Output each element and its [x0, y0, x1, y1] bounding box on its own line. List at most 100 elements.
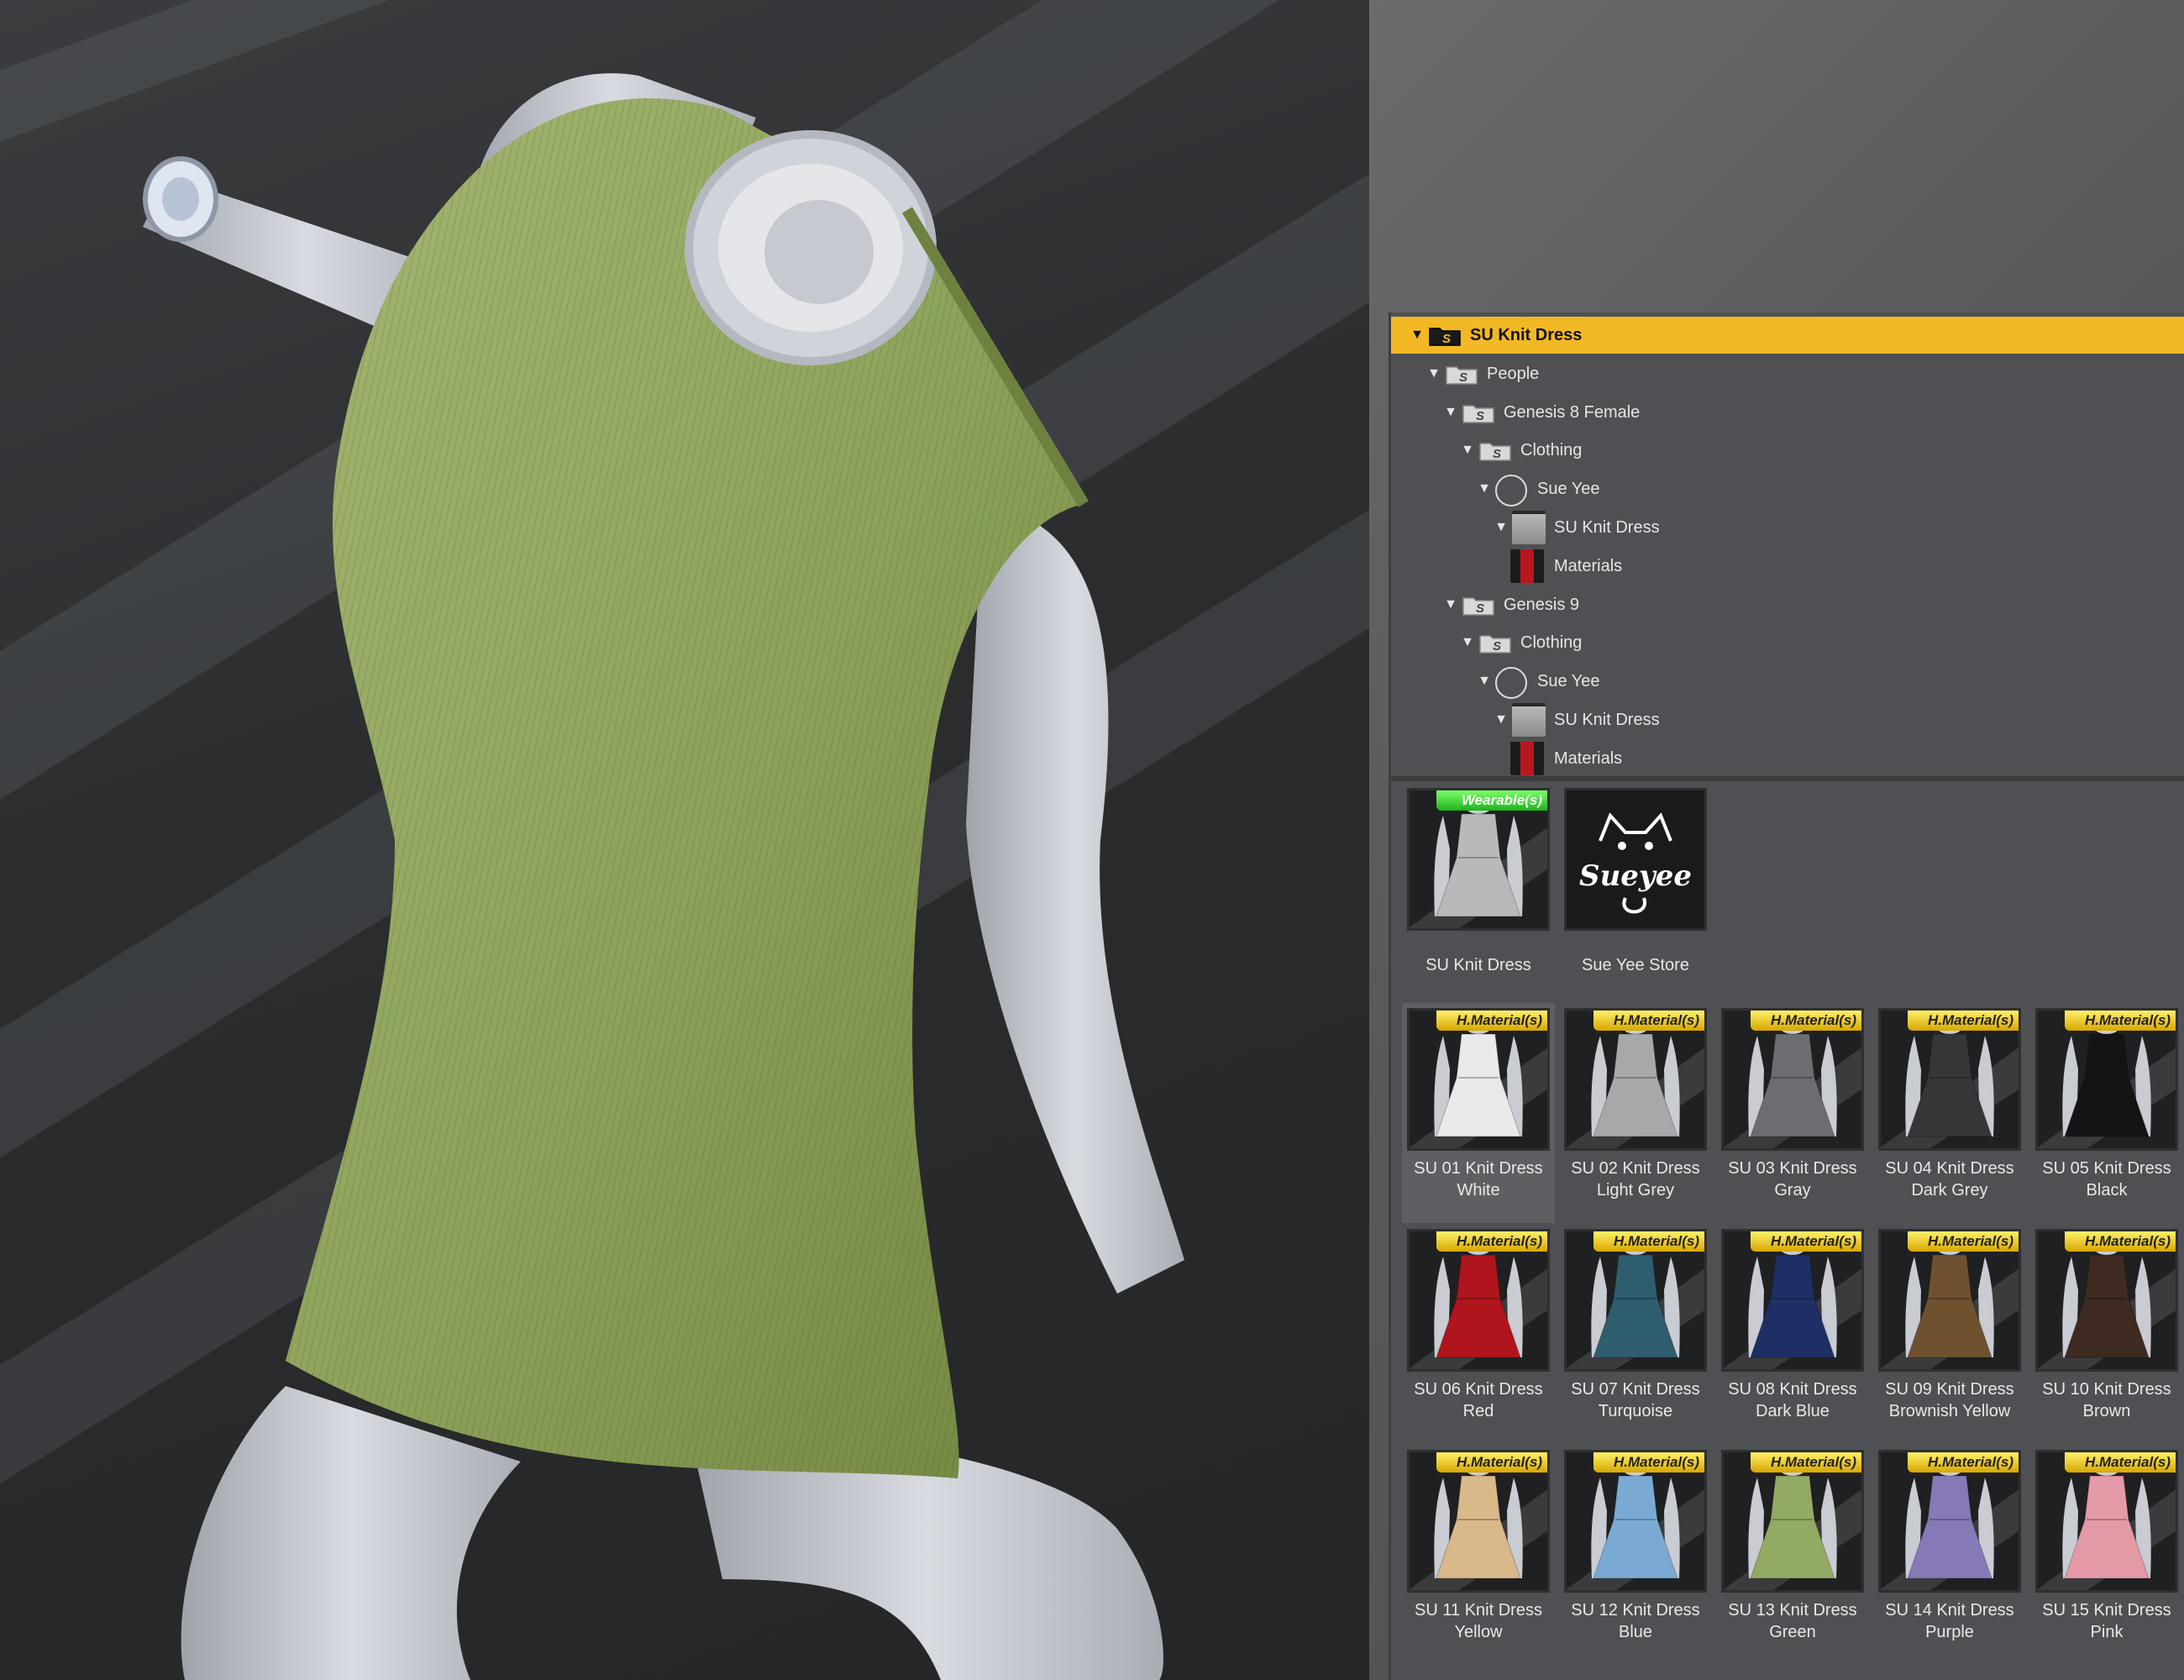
asset-type-badge: H.Material(s)	[2065, 1231, 2176, 1252]
tree-item-label: Sue Yee	[1537, 672, 1600, 691]
svg-text:S: S	[1459, 370, 1467, 385]
material-preset-tile[interactable]: H.Material(s)	[1721, 1450, 1864, 1593]
expand-arrow-icon[interactable]: ▼	[1477, 470, 1492, 507]
asset-label: SU 07 Knit Dress Turquoise	[1571, 1380, 1700, 1420]
tree-item-label: Clothing	[1520, 633, 1583, 653]
asset-label: SU 09 Knit Dress Brownish Yellow	[1885, 1380, 2014, 1420]
asset-label: Sue Yee Store	[1582, 956, 1689, 974]
svg-text:S: S	[1476, 601, 1484, 616]
tree-item[interactable]: ▼ S Genesis 9	[1391, 586, 2184, 623]
asset-label: SU 11 Knit Dress Yellow	[1415, 1601, 1542, 1641]
content-folder-icon: S	[1462, 596, 1494, 616]
tree-item-label: Genesis 8 Female	[1504, 402, 1641, 422]
dress-thumbnail-icon	[1512, 511, 1546, 544]
material-preset-tile[interactable]: H.Material(s)	[1878, 1450, 2021, 1593]
tree-item-label: Materials	[1554, 556, 1623, 575]
materials-thumbnail-icon	[1510, 549, 1544, 583]
asset-label: SU 03 Knit Dress Gray	[1728, 1159, 1857, 1200]
asset-type-badge: H.Material(s)	[2065, 1011, 2176, 1031]
asset-label: SU 06 Knit Dress Red	[1414, 1380, 1543, 1420]
content-folder-icon: S	[1462, 404, 1494, 423]
expand-arrow-icon[interactable]: ▼	[1494, 701, 1509, 738]
asset-label: SU 01 Knit Dress White	[1414, 1159, 1543, 1200]
expand-arrow-icon[interactable]: ▼	[1494, 509, 1509, 546]
asset-label: SU 02 Knit Dress Light Grey	[1571, 1159, 1700, 1200]
tree-item[interactable]: ▼ S Clothing	[1391, 432, 2184, 469]
mannequin-render	[143, 73, 1184, 1680]
content-folder-icon: S	[1446, 366, 1478, 385]
asset-type-badge: H.Material(s)	[1436, 1231, 1547, 1252]
content-library-panel: ▼ S SU Knit Dress ▼ S People ▼ S Genesis 8 Femal…	[1389, 312, 2184, 1680]
asset-type-badge: H.Material(s)	[1908, 1452, 2019, 1473]
tree-item[interactable]: Materials	[1391, 548, 2184, 585]
asset-label: SU 15 Knit Dress Pink	[2042, 1601, 2171, 1641]
content-folder-icon: S	[1429, 328, 1461, 346]
asset-label: SU 13 Knit Dress Green	[1728, 1601, 1857, 1641]
tree-item[interactable]: ▼ Sue Yee	[1391, 470, 2184, 507]
asset-type-badge: H.Material(s)	[1436, 1011, 1547, 1031]
expand-arrow-icon[interactable]: ▼	[1477, 663, 1492, 700]
material-preset-tile[interactable]: H.Material(s)	[2035, 1229, 2178, 1372]
svg-text:S: S	[1442, 332, 1451, 346]
material-preset-tile[interactable]: H.Material(s)	[1721, 1008, 1864, 1151]
3d-viewport[interactable]	[0, 0, 1389, 1680]
tree-item[interactable]: ▼ S Clothing	[1391, 624, 2184, 661]
material-preset-tile[interactable]: H.Material(s)	[1721, 1229, 1864, 1372]
expand-arrow-icon[interactable]: ▼	[1443, 586, 1458, 623]
tree-item[interactable]: ▼ S People	[1391, 355, 2184, 392]
asset-type-badge: H.Material(s)	[1751, 1231, 1861, 1252]
tree-item-label: SU Knit Dress	[1554, 711, 1660, 729]
content-folder-icon: S	[1479, 443, 1511, 461]
wearable-item-tile[interactable]: Wearable(s)	[1407, 788, 1550, 931]
material-preset-tile[interactable]: H.Material(s)	[2035, 1008, 2178, 1151]
asset-label: SU 04 Knit Dress Dark Grey	[1885, 1159, 2014, 1200]
vendor-logo-icon	[1495, 667, 1527, 700]
asset-type-badge: H.Material(s)	[1593, 1231, 1704, 1252]
material-preset-tile[interactable]: H.Material(s)	[1407, 1229, 1550, 1372]
asset-label: SU 10 Knit Dress Brown	[2042, 1380, 2171, 1420]
tree-item[interactable]: ▼ Sue Yee	[1391, 663, 2184, 700]
material-preset-tile[interactable]: H.Material(s)	[1564, 1008, 1707, 1151]
asset-type-badge: H.Material(s)	[1908, 1011, 2019, 1031]
tree-item[interactable]: Materials	[1391, 740, 2184, 777]
asset-label: SU 14 Knit Dress Purple	[1885, 1601, 2014, 1641]
tree-item[interactable]: ▼ SU Knit Dress	[1391, 701, 2184, 738]
svg-text:S: S	[1493, 447, 1501, 461]
asset-type-badge: H.Material(s)	[1436, 1452, 1547, 1473]
tree-item[interactable]: ▼ S SU Knit Dress	[1391, 317, 2184, 354]
category-tree: ▼ S SU Knit Dress ▼ S People ▼ S Genesis 8 Femal…	[1391, 312, 2184, 776]
vendor-logo-icon	[1495, 475, 1527, 507]
asset-label: SU 12 Knit Dress Blue	[1571, 1601, 1700, 1641]
expand-arrow-icon[interactable]: ▼	[1460, 624, 1475, 661]
asset-type-badge: Wearable(s)	[1436, 790, 1547, 811]
dress-thumbnail-icon	[1512, 703, 1546, 737]
asset-label: SU Knit Dress	[1425, 956, 1531, 974]
material-preset-tile[interactable]: H.Material(s)	[1878, 1008, 2021, 1151]
materials-thumbnail-icon	[1510, 741, 1544, 775]
material-preset-tile[interactable]: H.Material(s)	[1878, 1229, 2021, 1372]
asset-type-badge: H.Material(s)	[1751, 1452, 1861, 1473]
expand-arrow-icon[interactable]: ▼	[1426, 355, 1441, 392]
material-preset-tile[interactable]: H.Material(s)	[1564, 1450, 1707, 1593]
tree-item[interactable]: ▼ S Genesis 8 Female	[1391, 394, 2184, 431]
tree-item-label: Genesis 9	[1504, 595, 1580, 614]
content-folder-icon: S	[1479, 635, 1511, 654]
tree-item-label: Clothing	[1520, 441, 1583, 460]
material-preset-tile[interactable]: H.Material(s)	[1564, 1229, 1707, 1372]
tree-item-label: Materials	[1554, 748, 1623, 768]
tree-item-label: SU Knit Dress	[1470, 326, 1583, 344]
asset-type-badge: H.Material(s)	[1593, 1011, 1704, 1031]
tree-item[interactable]: ▼ SU Knit Dress	[1391, 509, 2184, 546]
material-preset-tile[interactable]: H.Material(s)	[1407, 1008, 1550, 1151]
asset-type-badge: H.Material(s)	[1908, 1231, 2019, 1252]
asset-type-badge: H.Material(s)	[2065, 1452, 2176, 1473]
expand-arrow-icon[interactable]: ▼	[1443, 394, 1458, 431]
expand-arrow-icon[interactable]: ▼	[1460, 432, 1475, 469]
expand-arrow-icon[interactable]: ▼	[1410, 317, 1425, 354]
asset-type-badge: H.Material(s)	[1593, 1452, 1704, 1473]
material-preset-tile[interactable]: H.Material(s)	[2035, 1450, 2178, 1593]
store-link-tile[interactable]: Sueyee	[1564, 788, 1707, 931]
tree-item-label: People	[1487, 364, 1540, 383]
tree-item-label: Sue Yee	[1537, 480, 1600, 499]
material-preset-tile[interactable]: H.Material(s)	[1407, 1450, 1550, 1593]
